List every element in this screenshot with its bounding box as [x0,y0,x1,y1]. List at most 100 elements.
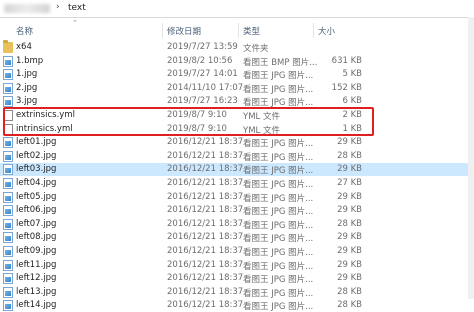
file-type: 看图王 JPG 图片... [243,248,314,258]
file-row[interactable]: 2.jpg 2014/11/10 17:07 看图王 JPG 图片... 152 KB [0,82,474,95]
file-size: 28 KB [337,150,362,161]
file-modified-date: 2019/7/27 14:01 [167,69,238,80]
file-size: 6 KB [342,96,362,107]
file-modified-date: 2016/12/21 18:37 [167,205,244,216]
file-type: 看图王 JPG 图片... [243,139,314,150]
file-type: 看图王 JPG 图片... [243,84,314,95]
image-file-icon [3,246,13,257]
file-name: left11.jpg [16,259,57,270]
file-type: 看图王 JPG 图片... [243,207,314,218]
breadcrumb-folder-text[interactable]: text [68,3,86,13]
address-bar[interactable]: › text [0,0,474,18]
file-size: 5 KB [342,69,362,80]
breadcrumb-separator: › [56,2,60,12]
file-modified-date: 2016/12/21 18:37 [167,286,244,297]
image-file-icon [3,96,13,108]
file-row[interactable]: left07.jpg 2016/12/21 18:37 看图王 JPG 图片... 2… [0,218,474,231]
file-name: left08.jpg [16,232,57,243]
column-divider[interactable] [238,23,239,38]
file-type: 看图王 JPG 图片... [243,302,314,312]
column-header-type[interactable]: 类型 [243,25,260,37]
column-divider[interactable] [162,23,163,38]
image-file-icon [3,218,13,230]
file-type: 看图王 JPG 图片... [243,166,314,177]
file-name: left14.jpg [16,300,57,311]
file-name: 3.jpg [16,96,38,107]
file-size: 28 KB [337,300,362,311]
file-name: left09.jpg [16,246,57,256]
file-size: 29 KB [337,273,362,284]
image-file-icon [3,300,13,312]
file-modified-date: 2016/12/21 18:37 [167,137,244,148]
file-modified-date: 2016/12/21 18:37 [167,259,244,270]
file-row[interactable]: left02.jpg 2016/12/21 18:37 看图王 JPG 图片... 2… [0,150,474,163]
file-modified-date: 2016/12/21 18:37 [167,246,244,256]
file-size: 27 KB [337,178,362,188]
file-row[interactable]: left08.jpg 2016/12/21 18:37 看图王 JPG 图片... 2… [0,231,474,244]
file-row[interactable]: left05.jpg 2016/12/21 18:37 看图王 JPG 图片... 2… [0,191,474,204]
file-modified-date: 2016/12/21 18:37 [167,178,244,188]
file-modified-date: 2019/8/2 10:56 [167,55,233,66]
file-name: left12.jpg [16,273,57,284]
file-modified-date: 2016/12/21 18:37 [167,300,244,311]
file-row[interactable]: left13.jpg 2016/12/21 18:37 看图王 JPG 图片... 2… [0,286,474,299]
file-row[interactable]: left11.jpg 2016/12/21 18:37 看图王 JPG 图片... 2… [0,259,474,272]
file-type: 看图王 JPG 图片... [243,180,314,190]
file-name: left13.jpg [16,286,57,297]
sort-arrow-icon: ⌃ [72,19,78,27]
file-modified-date: 2019/7/27 13:59 [167,42,238,52]
file-row[interactable]: left09.jpg 2016/12/21 18:37 看图王 JPG 图片... 2… [0,245,474,258]
file-row[interactable]: left01.jpg 2016/12/21 18:37 看图王 JPG 图片... 2… [0,136,474,149]
vertical-scrollbar[interactable] [468,17,474,299]
file-name: 1.bmp [16,55,44,66]
image-file-icon [3,164,13,176]
file-size: 28 KB [337,286,362,297]
file-size: 29 KB [337,205,362,216]
image-file-icon [3,286,13,298]
file-modified-date: 2014/11/10 17:07 [167,82,244,93]
image-file-icon [3,69,13,81]
column-header-name[interactable]: 名称 [16,25,33,37]
file-name: 2.jpg [16,82,38,93]
file-size: 631 KB [331,55,362,66]
file-modified-date: 2016/12/21 18:37 [167,232,244,243]
file-modified-date: 2016/12/21 18:37 [167,164,244,175]
image-file-icon [3,178,13,189]
file-modified-date: 2019/7/27 16:23 [167,96,238,107]
file-type: 看图王 BMP 图片... [243,57,318,68]
file-name: left02.jpg [16,150,57,161]
image-file-icon [3,55,13,67]
file-size: 29 KB [337,164,362,175]
file-name: left03.jpg [16,164,57,175]
file-name: left04.jpg [16,178,57,188]
file-size: 29 KB [337,232,362,243]
file-modified-date: 2016/12/21 18:37 [167,273,244,284]
file-name: left07.jpg [16,218,57,229]
file-name: left05.jpg [16,191,57,202]
file-type: 看图王 JPG 图片... [243,261,314,272]
file-name: 1.jpg [16,69,38,80]
column-header-date[interactable]: 修改日期 [167,25,201,37]
file-modified-date: 2016/12/21 18:37 [167,218,244,229]
file-name: left06.jpg [16,205,57,216]
file-row[interactable]: 1.jpg 2019/7/27 14:01 看图王 JPG 图片... 5 KB [0,68,474,81]
file-type: 看图王 JPG 图片... [243,152,314,163]
column-divider[interactable] [313,23,314,38]
file-row[interactable]: 1.bmp 2019/8/2 10:56 看图王 BMP 图片... 631 KB [0,55,474,68]
image-file-icon [3,82,13,94]
file-type: 看图王 JPG 图片... [243,275,314,286]
image-file-icon [3,150,13,162]
file-row[interactable]: left03.jpg 2016/12/21 18:37 看图王 JPG 图片... 2… [0,163,474,177]
file-size: 29 KB [337,191,362,202]
file-row[interactable]: left04.jpg 2016/12/21 18:37 看图王 JPG 图片... 2… [0,177,474,190]
file-row[interactable]: x64 2019/7/27 13:59 文件夹 [0,40,474,54]
file-row[interactable]: left06.jpg 2016/12/21 18:37 看图王 JPG 图片... 2… [0,204,474,217]
column-header-size[interactable]: 大小 [318,25,335,37]
file-type: 看图王 JPG 图片... [243,234,314,245]
file-modified-date: 2016/12/21 18:37 [167,191,244,202]
file-row[interactable]: left14.jpg 2016/12/21 18:37 看图王 JPG 图片... 2… [0,299,474,312]
file-row[interactable]: left12.jpg 2016/12/21 18:37 看图王 JPG 图片... 2… [0,272,474,285]
file-size: 152 KB [331,82,362,93]
file-type: 看图王 JPG 图片... [243,71,314,82]
image-file-icon [3,191,13,203]
